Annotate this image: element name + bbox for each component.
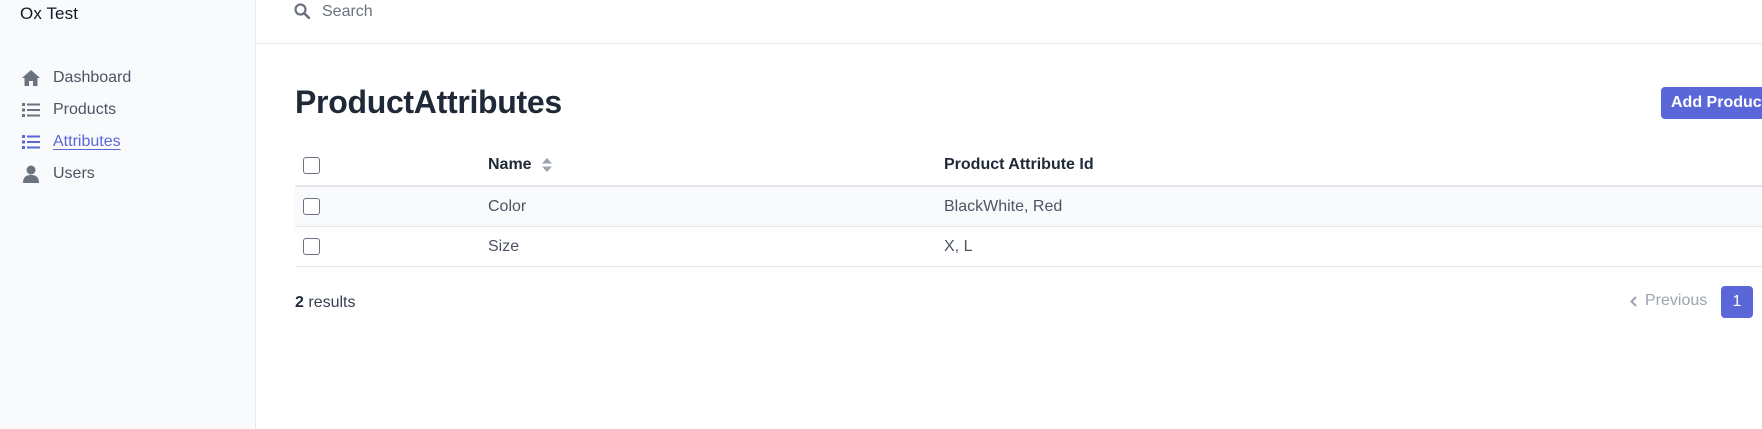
cell-product-attribute-id: X, L [944, 237, 973, 255]
sidebar-item-label: Dashboard [53, 69, 132, 86]
add-product-attribute-button[interactable]: Add ProductAttribute [1661, 87, 1762, 119]
sidebar-item-products[interactable]: Products [20, 94, 131, 126]
row-select-cell [303, 227, 320, 266]
home-icon [20, 68, 42, 88]
column-header-product-attribute-id: Product Attribute Id [944, 145, 1094, 185]
page-title: ProductAttributes [295, 84, 562, 120]
table-header-row: Name Product Attribute Id [295, 145, 1762, 187]
attributes-table: Name Product Attribute Id Color BlackWhi… [295, 145, 1762, 267]
column-header-name[interactable]: Name [488, 145, 552, 185]
search-input[interactable] [322, 1, 722, 23]
sidebar-item-label: Products [53, 101, 117, 118]
sidebar: Ox Test Dashboard Products Attributes Us… [0, 0, 256, 429]
sidebar-item-label: Attributes [53, 133, 121, 150]
cell-name: Size [488, 237, 520, 255]
user-icon [20, 164, 42, 184]
row-select-cell [303, 187, 320, 226]
list-icon [20, 100, 42, 120]
select-all-checkbox[interactable] [303, 156, 320, 174]
sidebar-item-users[interactable]: Users [20, 158, 131, 190]
table-row[interactable]: Size X, L [295, 227, 1762, 267]
app-root: Ox Test Dashboard Products Attributes Us… [0, 0, 1762, 429]
pagination-page-current[interactable]: 1 [1721, 286, 1753, 318]
sidebar-item-attributes[interactable]: Attributes [20, 126, 131, 158]
pagination-previous[interactable]: Previous [1630, 292, 1707, 310]
row-checkbox[interactable] [303, 238, 320, 255]
app-title: Ox Test [20, 4, 79, 23]
column-header-label: Name [488, 156, 532, 173]
results-label: results [308, 294, 356, 311]
cell-name: Color [488, 197, 527, 215]
select-all-cell [303, 145, 320, 185]
column-header-label: Product Attribute Id [944, 156, 1094, 173]
pagination-previous-label: Previous [1645, 292, 1708, 309]
table-row[interactable]: Color BlackWhite, Red [295, 187, 1762, 227]
cell-product-attribute-id: BlackWhite, Red [944, 197, 1063, 215]
sort-icon[interactable] [541, 158, 552, 172]
results-summary: 2 results [295, 294, 355, 312]
row-checkbox[interactable] [303, 198, 320, 215]
list-icon [20, 132, 42, 152]
top-bar [256, 0, 1762, 44]
chevron-left-icon [1630, 295, 1637, 307]
sidebar-nav: Dashboard Products Attributes Users [20, 62, 131, 190]
results-count: 2 [295, 294, 304, 311]
search-icon [294, 3, 311, 24]
sidebar-item-dashboard[interactable]: Dashboard [20, 62, 131, 94]
sidebar-item-label: Users [53, 165, 95, 182]
